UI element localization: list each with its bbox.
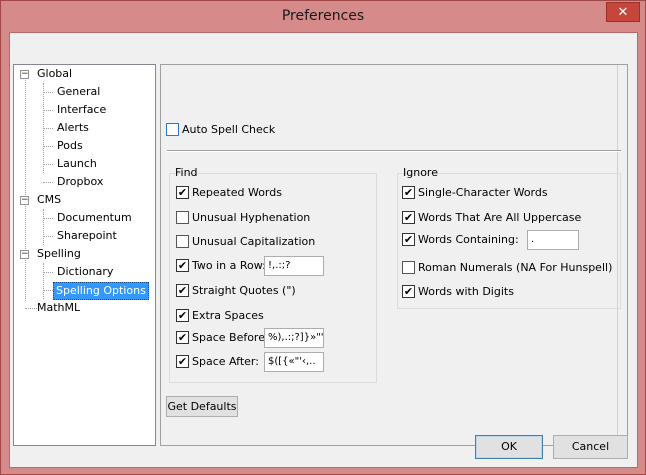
roman-numerals-label: Roman Numerals (NA For Hunspell) <box>418 261 613 274</box>
tree-item-label-selected: Spelling Options <box>53 282 149 300</box>
words-with-digits-checkbox[interactable]: ✔ <box>402 285 415 298</box>
tree-line <box>25 80 26 301</box>
tree-line <box>43 182 53 183</box>
collapse-icon[interactable]: − <box>20 250 29 259</box>
preferences-window: Preferences ✕ − Global General Interface <box>0 0 646 475</box>
tree-line <box>43 128 53 129</box>
tree-item-label: CMS <box>37 193 62 206</box>
unusual-capitalization-checkbox[interactable] <box>176 235 189 248</box>
window-title: Preferences <box>281 8 365 24</box>
unusual-hyphenation-checkbox[interactable] <box>176 211 189 224</box>
tree-item-label: MathML <box>37 301 81 314</box>
tree-line <box>43 272 53 273</box>
category-tree[interactable]: − Global General Interface Alerts Pods L… <box>13 64 156 446</box>
single-character-words-label: Single-Character Words <box>418 186 548 199</box>
two-in-a-row-input[interactable]: !,.:;? <box>264 256 324 276</box>
tree-line <box>43 164 53 165</box>
repeated-words-checkbox[interactable]: ✔ <box>176 186 189 199</box>
words-containing-input[interactable]: . <box>527 230 579 250</box>
tree-item-label: Spelling <box>37 247 81 260</box>
tree-line <box>43 263 44 299</box>
cancel-button[interactable]: Cancel <box>553 435 628 459</box>
extra-spaces-label: Extra Spaces <box>192 309 264 322</box>
space-after-label: Space After: <box>192 355 259 368</box>
tree-item-label: Documentum <box>57 211 132 224</box>
space-before-checkbox[interactable]: ✔ <box>176 331 189 344</box>
tree-item-label: Launch <box>57 157 97 170</box>
space-after-checkbox[interactable]: ✔ <box>176 355 189 368</box>
find-group-title: Find <box>175 166 198 179</box>
auto-spell-check-label: Auto Spell Check <box>182 123 276 136</box>
title-bar[interactable]: Preferences ✕ <box>1 1 645 32</box>
tree-line <box>43 290 53 291</box>
two-in-a-row-label: Two in a Row: <box>192 259 266 272</box>
space-before-input[interactable]: %),.:;?]}»"'› <box>264 328 324 348</box>
auto-spell-check-checkbox[interactable] <box>166 123 179 136</box>
spelling-options-panel: Auto Spell Check Find ✔ Repeated Words U… <box>160 64 628 446</box>
extra-spaces-checkbox[interactable]: ✔ <box>176 309 189 322</box>
tree-line <box>43 146 53 147</box>
all-uppercase-checkbox[interactable]: ✔ <box>402 211 415 224</box>
tree-item-label: Alerts <box>57 121 89 134</box>
unusual-capitalization-label: Unusual Capitalization <box>192 235 316 248</box>
tree-item-label: Global <box>37 67 73 80</box>
words-with-digits-label: Words with Digits <box>418 285 514 298</box>
tree-item-label: General <box>57 85 101 98</box>
separator <box>167 150 621 152</box>
all-uppercase-label: Words That Are All Uppercase <box>418 211 582 224</box>
straight-quotes-checkbox[interactable]: ✔ <box>176 284 189 297</box>
ignore-group-title: Ignore <box>403 166 438 179</box>
unusual-hyphenation-label: Unusual Hyphenation <box>192 211 311 224</box>
tree-item-label: Dropbox <box>57 175 104 188</box>
words-containing-label: Words Containing: <box>418 233 519 246</box>
tree-item-label: Interface <box>57 103 107 116</box>
roman-numerals-checkbox[interactable] <box>402 261 415 274</box>
tree-line <box>43 92 53 93</box>
collapse-icon[interactable]: − <box>20 70 29 79</box>
close-icon[interactable]: ✕ <box>606 2 640 22</box>
tree-line <box>43 236 53 237</box>
two-in-a-row-checkbox[interactable]: ✔ <box>176 259 189 272</box>
ok-button[interactable]: OK <box>475 435 543 459</box>
single-character-words-checkbox[interactable]: ✔ <box>402 186 415 199</box>
space-after-input[interactable]: $([{«"'‹,.. <box>264 352 324 372</box>
tree-item-label: Pods <box>57 139 83 152</box>
tree-item-label: Dictionary <box>57 265 114 278</box>
tree-line <box>43 209 44 245</box>
repeated-words-label: Repeated Words <box>192 186 282 199</box>
tree-line <box>43 218 53 219</box>
tree-item-label: Sharepoint <box>57 229 117 242</box>
tree-line <box>43 110 53 111</box>
words-containing-checkbox[interactable]: ✔ <box>402 233 415 246</box>
straight-quotes-label: Straight Quotes (") <box>192 284 296 297</box>
get-defaults-button[interactable]: Get Defaults <box>166 396 238 417</box>
collapse-icon[interactable]: − <box>20 196 29 205</box>
dialog-client: − Global General Interface Alerts Pods L… <box>9 32 638 468</box>
space-before-label: Space Before: <box>192 331 269 344</box>
